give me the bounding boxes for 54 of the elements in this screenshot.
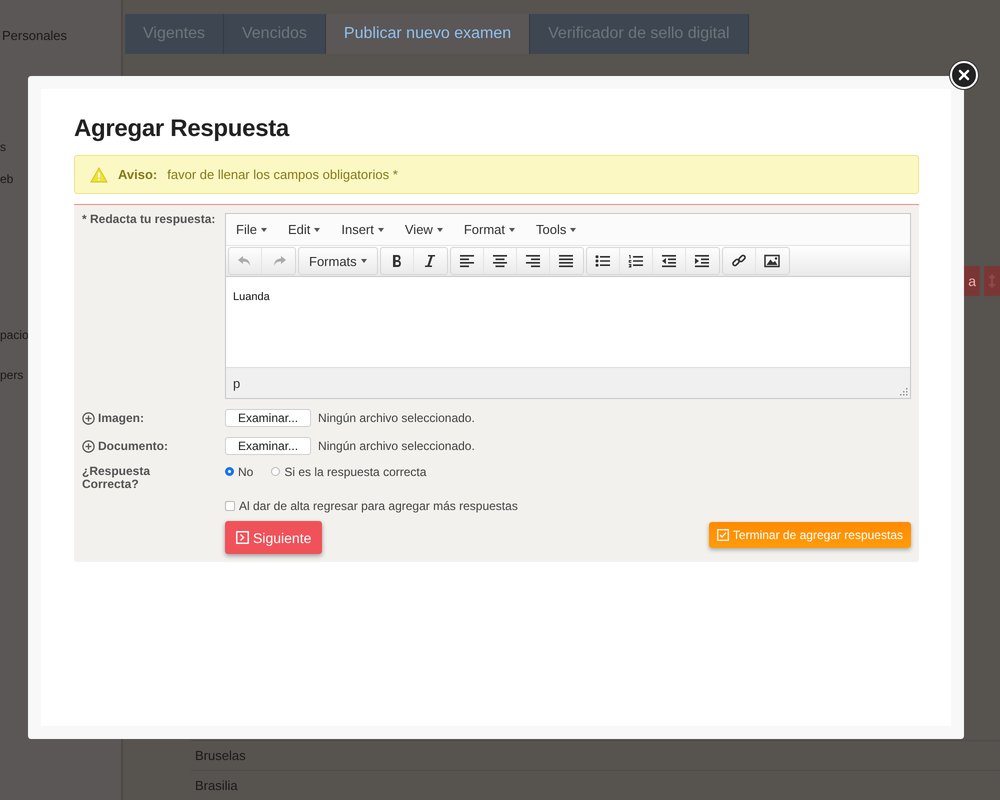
element-path: p <box>233 376 240 390</box>
caret-icon <box>378 228 384 232</box>
add-icon <box>82 440 95 452</box>
align-right-icon <box>524 253 541 269</box>
caret-icon <box>570 228 576 232</box>
answer-text: Luanda <box>233 291 270 303</box>
outdent-icon <box>660 253 677 269</box>
caret-icon <box>360 259 367 263</box>
checkbox-option[interactable]: Al dar de alta regresar para agregar más respuestas <box>225 499 518 513</box>
close-icon <box>958 69 970 81</box>
checkbox-checked-icon <box>716 529 729 541</box>
caret-icon <box>314 228 320 232</box>
field-label: * Redacta tu respuesta: <box>82 213 216 228</box>
tab[interactable]: Publicar nuevo examen <box>326 14 530 54</box>
dialog-title: Agregar Respuesta <box>74 115 290 143</box>
caret-icon <box>509 228 515 232</box>
bullet-list-icon <box>594 253 611 269</box>
radio-button[interactable] <box>225 467 234 476</box>
field-label: ¿Respuesta Correcta? <box>82 465 152 491</box>
radio-option[interactable]: No <box>225 465 254 478</box>
resize-handle-icon[interactable] <box>900 388 908 396</box>
checkbox[interactable] <box>225 501 235 511</box>
field-label: Documento: <box>98 440 168 452</box>
menu-item[interactable]: View <box>396 222 451 237</box>
browse-button[interactable]: Examinar... <box>225 437 312 455</box>
alert-message: favor de llenar los campos obligatorios * <box>167 167 398 182</box>
menu-item[interactable]: Insert <box>333 222 392 237</box>
align-center-icon <box>492 253 508 269</box>
align-left-icon <box>458 253 475 269</box>
menu-item[interactable]: Format <box>456 222 523 237</box>
table-cell: Brasilia <box>195 778 238 793</box>
menu-item[interactable]: File <box>228 222 275 237</box>
justify-icon <box>558 253 574 269</box>
radio-button[interactable] <box>271 467 280 476</box>
chevron-square-icon <box>236 531 249 544</box>
browse-button[interactable]: Examinar... <box>225 409 312 427</box>
formats-dropdown[interactable]: Formats <box>299 248 377 274</box>
table-cell: Bruselas <box>195 748 246 763</box>
menu-item[interactable]: Tools <box>528 222 584 237</box>
editor-content[interactable]: Luanda <box>226 277 910 367</box>
field-label: Imagen: <box>98 412 144 424</box>
file-status: Ningún archivo seleccionado. <box>318 411 475 425</box>
menu-item[interactable]: Edit <box>280 222 328 237</box>
indent-icon <box>694 253 710 269</box>
add-icon <box>82 412 95 424</box>
warning-icon <box>90 166 108 182</box>
link-icon <box>730 253 747 269</box>
alert-label: Aviso: <box>118 167 158 182</box>
file-status: Ningún archivo seleccionado. <box>318 439 475 453</box>
image-icon <box>764 253 780 269</box>
caret-icon <box>436 228 443 232</box>
caret-icon <box>260 228 267 232</box>
radio-option[interactable]: Si es la respuesta correcta <box>271 465 426 478</box>
numbered-list-icon <box>628 253 644 269</box>
